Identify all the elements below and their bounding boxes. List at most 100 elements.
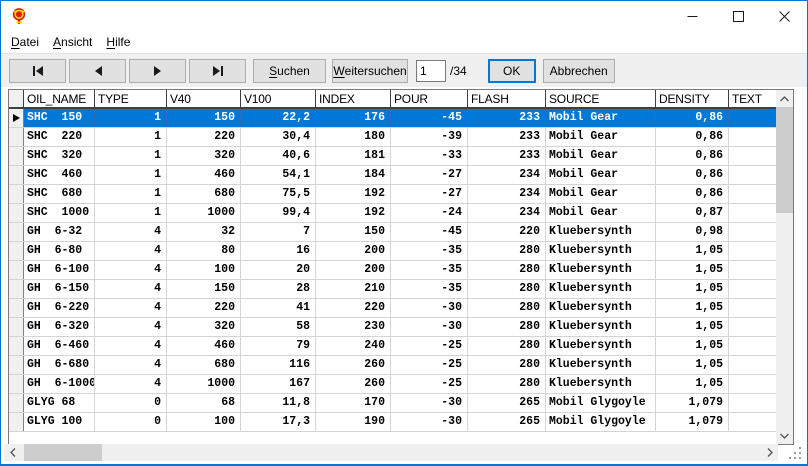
cell-text xyxy=(729,147,776,165)
horizontal-scrollbar[interactable] xyxy=(4,444,778,461)
horizontal-scrollbar-thumb[interactable] xyxy=(24,444,102,461)
cancel-button[interactable]: Abbrechen xyxy=(543,59,615,83)
row-selector[interactable] xyxy=(9,166,24,184)
menu-datei[interactable]: Datei xyxy=(4,33,46,51)
table-row[interactable]: GH 6-8048016200-35280Kluebersynth1,05 xyxy=(9,242,776,261)
row-selector[interactable] xyxy=(9,337,24,355)
cell-pour: -27 xyxy=(391,185,468,203)
table-row[interactable]: GH 6-100041000167260-25280Kluebersynth1,… xyxy=(9,375,776,394)
table-row[interactable]: GH 6-150415028210-35280Kluebersynth1,05 xyxy=(9,280,776,299)
cell-v100: 40,6 xyxy=(241,147,316,165)
table-row[interactable]: GH 6-220422041220-30280Kluebersynth1,05 xyxy=(9,299,776,318)
column-header-v40[interactable]: V40 xyxy=(167,90,241,107)
cell-source: Mobil Gear xyxy=(546,204,656,222)
data-grid: OIL_NAMETYPEV40V100INDEXPOURFLASHSOURCED… xyxy=(8,89,794,445)
row-selector[interactable] xyxy=(9,147,24,165)
column-header-text[interactable]: TEXT xyxy=(729,90,776,107)
cell-v40: 80 xyxy=(167,242,241,260)
cell-oil_name: SHC 320 xyxy=(24,147,95,165)
cell-type: 4 xyxy=(95,318,167,336)
row-selector[interactable] xyxy=(9,185,24,203)
cell-oil_name: GH 6-80 xyxy=(24,242,95,260)
cell-type: 1 xyxy=(95,185,167,203)
table-row[interactable]: GLYG 100010017,3190-30265Mobil Glygoyle1… xyxy=(9,413,776,432)
cell-text xyxy=(729,185,776,203)
next-record-button[interactable] xyxy=(129,59,186,83)
row-selector[interactable] xyxy=(9,375,24,393)
row-selector[interactable] xyxy=(9,318,24,336)
column-header-pour[interactable]: POUR xyxy=(391,90,468,107)
vertical-scrollbar-thumb[interactable] xyxy=(776,107,793,213)
cell-index: 180 xyxy=(316,128,391,146)
column-header-source[interactable]: SOURCE xyxy=(546,90,656,107)
table-row[interactable]: SHC 220122030,4180-39233Mobil Gear0,86 xyxy=(9,128,776,147)
table-row[interactable]: GH 6-100410020200-35280Kluebersynth1,05 xyxy=(9,261,776,280)
vertical-scrollbar[interactable] xyxy=(776,90,793,444)
column-header-oil_name[interactable]: OIL_NAME xyxy=(24,90,95,107)
column-header-type[interactable]: TYPE xyxy=(95,90,167,107)
menu-hilfe[interactable]: Hilfe xyxy=(99,33,137,51)
row-selector[interactable] xyxy=(9,413,24,431)
row-selector[interactable] xyxy=(9,109,24,127)
menu-ansicht[interactable]: Ansicht xyxy=(46,33,99,51)
cell-type: 1 xyxy=(95,147,167,165)
cell-density: 1,05 xyxy=(656,261,729,279)
cell-text xyxy=(729,375,776,393)
row-selector[interactable] xyxy=(9,394,24,412)
maximize-button[interactable] xyxy=(715,1,761,31)
cell-index: 210 xyxy=(316,280,391,298)
cell-index: 260 xyxy=(316,356,391,374)
column-header-v100[interactable]: V100 xyxy=(241,90,316,107)
table-row[interactable]: SHC 150115022,2176-45233Mobil Gear0,86 xyxy=(9,109,776,128)
previous-record-button[interactable] xyxy=(69,59,126,83)
column-header-index[interactable]: INDEX xyxy=(316,90,391,107)
cell-flash: 233 xyxy=(468,128,546,146)
cell-pour: -30 xyxy=(391,299,468,317)
cell-density: 0,86 xyxy=(656,128,729,146)
record-number-input[interactable] xyxy=(416,60,446,82)
cell-flash: 280 xyxy=(468,318,546,336)
search-next-button[interactable]: Weitersuchen xyxy=(332,59,408,83)
scroll-left-button[interactable] xyxy=(4,444,21,461)
row-selector[interactable] xyxy=(9,223,24,241)
cell-v100: 167 xyxy=(241,375,316,393)
row-selector[interactable] xyxy=(9,261,24,279)
cell-pour: -25 xyxy=(391,337,468,355)
table-row[interactable]: SHC 320132040,6181-33233Mobil Gear0,86 xyxy=(9,147,776,166)
scroll-down-button[interactable] xyxy=(776,427,793,444)
table-row[interactable]: GH 6-320432058230-30280Kluebersynth1,05 xyxy=(9,318,776,337)
cell-pour: -45 xyxy=(391,223,468,241)
maximize-icon xyxy=(733,11,744,22)
resize-grip[interactable] xyxy=(788,446,802,460)
table-row[interactable]: SHC 680168075,5192-27234Mobil Gear0,86 xyxy=(9,185,776,204)
table-row[interactable]: SHC 460146054,1184-27234Mobil Gear0,86 xyxy=(9,166,776,185)
table-row[interactable]: GLYG 6806811,8170-30265Mobil Glygoyle1,0… xyxy=(9,394,776,413)
column-header-flash[interactable]: FLASH xyxy=(468,90,546,107)
row-selector[interactable] xyxy=(9,280,24,298)
row-selector[interactable] xyxy=(9,128,24,146)
scroll-right-button[interactable] xyxy=(761,444,778,461)
cell-oil_name: GH 6-100 xyxy=(24,261,95,279)
ok-button[interactable]: OK xyxy=(488,59,536,83)
resize-grip-icon xyxy=(788,446,802,460)
search-button[interactable]: Suchen xyxy=(253,59,326,83)
cell-flash: 233 xyxy=(468,109,546,127)
scroll-up-button[interactable] xyxy=(776,90,793,107)
row-selector[interactable] xyxy=(9,242,24,260)
table-row[interactable]: SHC 10001100099,4192-24234Mobil Gear0,87 xyxy=(9,204,776,223)
cell-oil_name: GH 6-460 xyxy=(24,337,95,355)
cell-v40: 150 xyxy=(167,109,241,127)
row-selector[interactable] xyxy=(9,299,24,317)
last-record-button[interactable] xyxy=(189,59,246,83)
table-row[interactable]: GH 6-324327150-45220Kluebersynth0,98 xyxy=(9,223,776,242)
minimize-button[interactable] xyxy=(669,1,715,31)
cell-flash: 280 xyxy=(468,356,546,374)
row-selector[interactable] xyxy=(9,204,24,222)
row-selector[interactable] xyxy=(9,356,24,374)
column-header-density[interactable]: DENSITY xyxy=(656,90,729,107)
table-row[interactable]: GH 6-460446079240-25280Kluebersynth1,05 xyxy=(9,337,776,356)
close-button[interactable] xyxy=(761,1,807,31)
cell-text xyxy=(729,109,776,127)
first-record-button[interactable] xyxy=(9,59,66,83)
table-row[interactable]: GH 6-6804680116260-25280Kluebersynth1,05 xyxy=(9,356,776,375)
